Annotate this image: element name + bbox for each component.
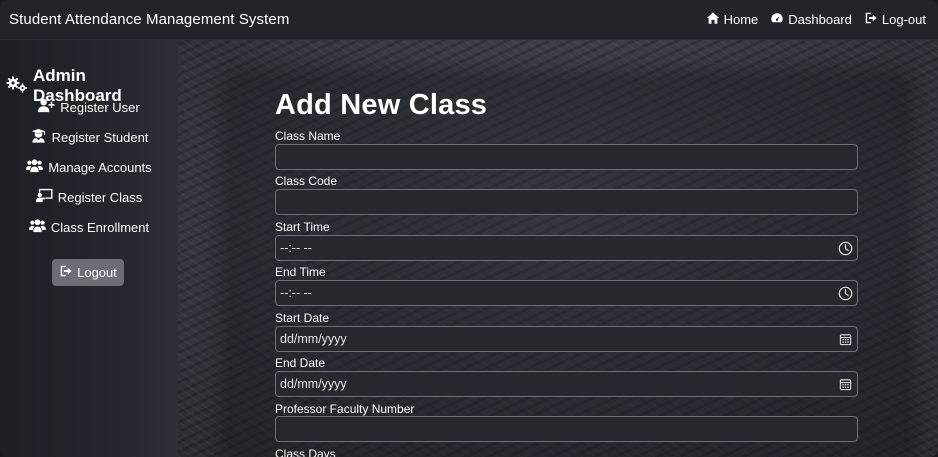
sidebar-item-manage-accounts[interactable]: Manage Accounts [0,156,178,178]
app-window: Student Attendance Management System Hom… [0,0,938,457]
nav-home-link[interactable]: Home [706,11,759,28]
nav-home-label: Home [723,12,759,27]
end-date-input[interactable]: dd/mm/yyyy [275,371,858,397]
user-graduate-icon [30,128,47,146]
chalkboard-icon [35,188,53,206]
end-time-label: End Time [275,265,326,279]
users-icon [28,218,46,236]
clock-icon[interactable] [838,286,853,301]
logout-button[interactable]: Logout [52,259,124,286]
sidebar-item-label: Class Enrollment [50,219,150,235]
sidebar-item-register-user[interactable]: Register User [0,96,178,118]
sidebar-item-label: Manage Accounts [48,159,152,175]
professor-faculty-number-input[interactable] [275,416,858,442]
start-time-value: --:-- -- [280,241,312,255]
sidebar-item-label: Register Class [57,189,143,205]
nav-logout-label: Log-out [881,12,926,27]
sidebar-item-label: Register User [60,99,140,115]
start-date-value: dd/mm/yyyy [280,332,347,346]
user-plus-icon [38,98,55,116]
sidebar-item-class-enrollment[interactable]: Class Enrollment [0,216,178,238]
class-name-input[interactable] [275,144,858,170]
end-date-value: dd/mm/yyyy [280,377,347,391]
gauge-icon [770,11,784,28]
end-time-value: --:-- -- [280,286,312,300]
sidebar-item-label: Register Student [51,129,149,145]
nav-links: Home Dashboard Log-out [706,11,926,28]
sidebar-item-register-class[interactable]: Register Class [0,186,178,208]
class-code-label: Class Code [275,174,338,188]
start-time-label: Start Time [275,220,330,234]
nav-logout-link[interactable]: Log-out [864,11,926,28]
class-code-input[interactable] [275,189,858,215]
page-title: Add New Class [275,89,488,121]
sign-out-icon [59,264,73,281]
end-time-input[interactable]: --:-- -- [275,280,858,306]
sign-out-icon [864,11,878,28]
start-date-input[interactable]: dd/mm/yyyy [275,326,858,352]
nav-dashboard-label: Dashboard [788,12,852,27]
app-title: Student Attendance Management System [9,11,290,28]
sidebar: Admin Dashboard Register User Register S… [0,40,178,457]
logout-button-label: Logout [77,265,117,280]
calendar-icon[interactable] [838,377,853,392]
calendar-icon[interactable] [838,332,853,347]
start-date-label: Start Date [275,311,330,325]
end-date-label: End Date [275,356,326,370]
class-days-label: Class Days [275,447,336,457]
sidebar-item-register-student[interactable]: Register Student [0,126,178,148]
clock-icon[interactable] [838,241,853,256]
professor-faculty-number-label: Professor Faculty Number [275,402,415,416]
start-time-input[interactable]: --:-- -- [275,235,858,261]
home-icon [706,11,720,28]
class-name-label: Class Name [275,129,341,143]
nav-dashboard-link[interactable]: Dashboard [770,11,852,28]
top-navbar: Student Attendance Management System Hom… [0,0,938,40]
gears-icon [6,75,28,98]
users-icon [26,158,44,176]
